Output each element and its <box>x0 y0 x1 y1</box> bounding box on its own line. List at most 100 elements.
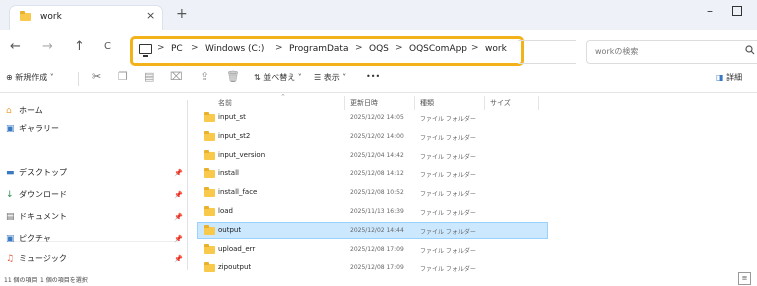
details-view-icon[interactable]: ≡ <box>738 272 751 285</box>
folder-icon <box>204 168 215 179</box>
search-icon[interactable] <box>745 45 755 55</box>
sort-button-label: 並べ替え <box>263 73 296 82</box>
new-button[interactable]: ⊕ 新規作成 ˅ <box>6 72 54 83</box>
search-placeholder: workの検索 <box>595 47 639 56</box>
document-icon: ▤ <box>6 212 15 222</box>
folder-icon <box>204 187 215 198</box>
rename-icon[interactable]: ⌧ <box>170 70 183 83</box>
sidebar-item-downloads[interactable]: ↓ ダウンロード <box>6 189 67 200</box>
file-type: ファイル フォルダー <box>420 228 476 236</box>
file-type: ファイル フォルダー <box>420 191 476 199</box>
more-options-button[interactable]: ••• <box>366 72 380 81</box>
sidebar-item-label: ホーム <box>19 106 43 115</box>
folder-icon <box>204 149 215 160</box>
file-date: 2025/12/02 14:00 <box>350 132 404 140</box>
file-row[interactable]: input_st2 2025/12/02 14:00 ファイル フォルダー <box>198 129 547 144</box>
file-row[interactable]: install 2025/12/08 14:12 ファイル フォルダー <box>198 166 547 181</box>
column-header-type[interactable]: 種類 <box>420 98 434 108</box>
details-button[interactable]: ◨ 詳細 <box>716 72 742 83</box>
file-row[interactable]: input_version 2025/12/04 14:42 ファイル フォルダー <box>198 148 547 163</box>
sidebar-item-label: ギャラリー <box>19 124 59 133</box>
breadcrumb-separator: > <box>157 43 165 53</box>
view-lines-icon: ☰ <box>314 73 324 82</box>
pin-icon[interactable]: 📌 <box>174 191 183 199</box>
file-row[interactable]: load 2025/11/13 16:39 ファイル フォルダー <box>198 204 547 219</box>
breadcrumb-oqs[interactable]: OQS <box>369 44 389 54</box>
breadcrumb-drive[interactable]: Windows (C:) <box>205 44 264 54</box>
address-bar[interactable]: > PC > Windows (C:) > ProgramData > OQS … <box>130 36 524 66</box>
sidebar-item-pictures[interactable]: ▣ ピクチャ <box>6 233 51 244</box>
sidebar-item-home[interactable]: ⌂ ホーム <box>6 105 43 116</box>
selected-count: 1 個の項目を選択 <box>40 277 88 284</box>
breadcrumb-separator: > <box>395 43 403 53</box>
file-type: ファイル フォルダー <box>420 210 476 217</box>
file-row[interactable]: output 2025/12/02 14:44 ファイル フォルダー <box>197 221 548 239</box>
file-row[interactable]: input_st 2025/12/02 14:05 ファイル フォルダー <box>198 110 547 125</box>
sidebar-item-documents[interactable]: ▤ ドキュメント <box>6 211 67 222</box>
pin-icon[interactable]: 📌 <box>174 213 183 221</box>
share-icon[interactable]: ⇪ <box>200 70 209 83</box>
sidebar-item-gallery[interactable]: ▣ ギャラリー <box>6 123 59 134</box>
pin-icon[interactable]: 📌 <box>174 169 183 177</box>
pin-icon[interactable]: 📌 <box>174 235 183 243</box>
column-header-name[interactable]: 名前 <box>218 98 232 108</box>
column-divider[interactable] <box>414 96 415 110</box>
up-button[interactable]: ↑ <box>74 39 85 54</box>
pin-icon[interactable]: 📌 <box>174 255 183 263</box>
breadcrumb-oqscomapp[interactable]: OQSComApp <box>409 44 467 54</box>
file-date: 2025/12/08 17:09 <box>350 245 404 253</box>
search-input[interactable]: workの検索 <box>586 40 757 64</box>
column-header-date[interactable]: 更新日時 <box>350 98 378 108</box>
file-list: 名前 ⌃ 更新日時 種類 サイズ input_st 2025/12/02 14:0… <box>188 93 757 274</box>
folder-icon <box>204 130 215 141</box>
file-name: zipoutput <box>218 263 252 272</box>
folder-icon <box>20 11 31 21</box>
paste-icon[interactable]: ▤ <box>144 70 154 83</box>
file-date: 2025/12/02 14:44 <box>350 226 404 234</box>
breadcrumb-work[interactable]: work <box>485 44 507 54</box>
column-divider[interactable] <box>344 96 345 110</box>
file-name: input_st <box>218 113 246 121</box>
refresh-button[interactable]: C <box>104 41 111 52</box>
navigation-pane: ⌂ ホーム ▣ ギャラリー ▬ デスクトップ 📌 ↓ ダウンロード 📌 ▤ ドキュメント … <box>0 93 185 274</box>
sidebar-item-label: ピクチャ <box>19 234 51 243</box>
maximize-button[interactable] <box>732 6 742 16</box>
sidebar-item-desktop[interactable]: ▬ デスクトップ <box>6 167 67 178</box>
delete-icon[interactable]: 🗑 <box>226 70 240 83</box>
music-icon: ♫ <box>6 254 15 264</box>
file-name: load <box>218 207 233 215</box>
cut-icon[interactable]: ✂ <box>92 70 101 83</box>
file-date: 2025/12/08 17:09 <box>350 264 404 272</box>
tab-work[interactable]: work × <box>10 6 162 30</box>
new-tab-button[interactable]: + <box>176 6 188 22</box>
sort-button[interactable]: ⇅ 並べ替え ˅ <box>254 72 302 83</box>
back-button[interactable]: ← <box>10 39 21 54</box>
breadcrumb-pc[interactable]: PC <box>171 44 183 54</box>
tab-close-button[interactable]: × <box>146 9 155 22</box>
folder-icon <box>204 224 215 235</box>
forward-button[interactable]: → <box>42 39 53 54</box>
chevron-down-icon: ˅ <box>339 73 347 82</box>
column-divider[interactable] <box>538 96 539 110</box>
folder-icon <box>204 112 215 122</box>
view-button[interactable]: ☰ 表示 ˅ <box>314 72 346 83</box>
file-type: ファイル フォルダー <box>420 153 476 161</box>
breadcrumb-programdata[interactable]: ProgramData <box>289 44 348 54</box>
file-row[interactable]: install_face 2025/12/08 10:52 ファイル フォルダー <box>198 185 547 200</box>
file-name: upload_err <box>218 244 256 253</box>
file-row[interactable]: upload_err 2025/12/08 17:09 ファイル フォルダー <box>198 242 547 257</box>
address-bar-empty-area[interactable] <box>518 40 576 64</box>
gallery-icon: ▣ <box>6 124 15 134</box>
chevron-down-icon: ˅ <box>47 73 54 82</box>
sidebar-item-music[interactable]: ♫ ミュージック <box>6 253 67 264</box>
desktop-icon: ▬ <box>6 168 15 178</box>
sidebar-item-label: ドキュメント <box>19 212 67 221</box>
new-button-label: 新規作成 <box>15 73 48 82</box>
toolbar-divider <box>78 72 79 86</box>
file-name: input_version <box>218 150 266 159</box>
file-name: input_st2 <box>218 131 251 140</box>
copy-icon[interactable]: ❐ <box>118 70 128 83</box>
minimize-button[interactable]: – <box>707 4 713 18</box>
column-divider[interactable] <box>484 96 485 110</box>
column-header-size[interactable]: サイズ <box>490 98 511 108</box>
